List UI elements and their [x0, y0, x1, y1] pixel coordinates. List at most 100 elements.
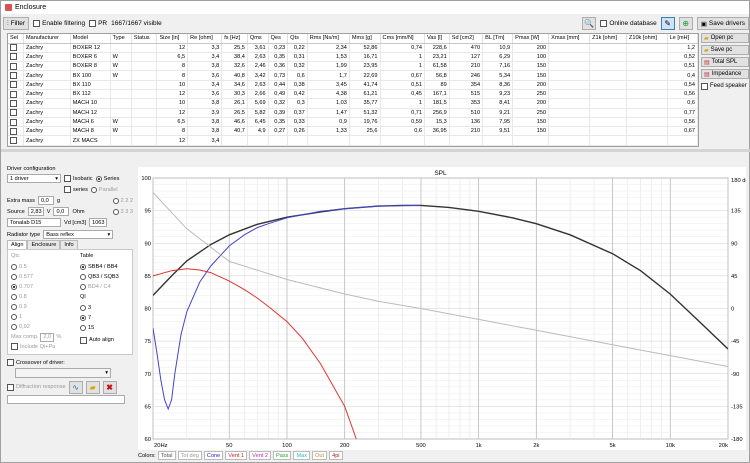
- edit-icon[interactable]: ✎: [660, 17, 675, 30]
- opt-333-radio[interactable]: 3 3 3: [112, 208, 133, 215]
- spl-chart[interactable]: SPL 20Hz 50 100 200 500 1k 2k 5k 10k 20k 60 65 70 75 80…: [138, 167, 750, 450]
- feed-speaker-checkbox[interactable]: Feed speaker: [701, 81, 749, 91]
- save-pc-button[interactable]: ▰ Save pc: [701, 45, 749, 55]
- folder-icon[interactable]: ▰: [85, 380, 100, 394]
- qtc-radio[interactable]: 0.9: [11, 302, 61, 312]
- open-pc-button[interactable]: ▰ Open pc: [701, 33, 749, 43]
- table-row[interactable]: Zachry BOXER 6 W 6,5 3,4 38,4 2,63 0,35 0,31 1,53…: [8, 52, 698, 63]
- crossover-checkbox[interactable]: Crossover of driver:: [7, 357, 133, 368]
- ql-radio[interactable]: 7: [80, 313, 119, 323]
- add-icon[interactable]: ⊕: [678, 17, 693, 30]
- qtc-radio[interactable]: 0.707: [11, 282, 61, 292]
- legend-item[interactable]: Total: [157, 451, 176, 460]
- row-select-checkbox[interactable]: [8, 108, 24, 118]
- column-header[interactable]: Sd [cm2]: [449, 34, 484, 44]
- legend-item[interactable]: Out: [312, 451, 328, 460]
- column-header[interactable]: Vas [l]: [424, 34, 450, 44]
- diffraction-checkbox[interactable]: Diffraction response: [7, 383, 66, 391]
- column-header[interactable]: Le [mH]: [667, 34, 698, 44]
- table-row[interactable]: Zachry BOXER 8 W 8 3,8 32,6 2,46 0,36 0,32 1,99 23…: [8, 61, 698, 72]
- ql-radio[interactable]: 15: [80, 323, 119, 333]
- extra-mass-input[interactable]: 0,0: [37, 196, 54, 205]
- delete-icon[interactable]: ✖: [102, 380, 117, 394]
- legend-item[interactable]: Pass: [273, 451, 292, 460]
- qtc-radio[interactable]: 0.5: [11, 262, 61, 272]
- legend-item[interactable]: Cone: [203, 451, 224, 460]
- legend-item[interactable]: Vent 1: [225, 451, 248, 460]
- row-select-checkbox[interactable]: [8, 80, 24, 91]
- row-select-checkbox[interactable]: [8, 117, 24, 128]
- row-select-checkbox[interactable]: [8, 89, 24, 100]
- splitter[interactable]: [1, 149, 750, 152]
- search-icon[interactable]: 🔍: [582, 17, 597, 30]
- parallel-radio[interactable]: Parallel: [90, 186, 118, 193]
- max-comp-input[interactable]: 2,0: [40, 332, 55, 342]
- impedance-button[interactable]: ▤ Impedance: [701, 69, 749, 79]
- column-header[interactable]: Cms [mm/N]: [380, 34, 425, 44]
- table-row[interactable]: Zachry MACH 8 W 8 3,8 40,7 4,9 0,27 0,26 1,33 25,6…: [8, 126, 698, 137]
- series-checkbox[interactable]: series: [64, 186, 88, 193]
- column-header[interactable]: Status: [131, 34, 158, 44]
- column-header[interactable]: Z1k [ohm]: [589, 34, 627, 44]
- tab-info[interactable]: Info: [60, 240, 78, 249]
- column-header[interactable]: Pmax [W]: [512, 34, 550, 44]
- table-row[interactable]: Zachry MACH 6 W 6,5 3,8 46,6 6,45 0,35 0,33 0,9 19…: [8, 117, 698, 128]
- legend-item[interactable]: Vent 2: [249, 451, 272, 460]
- table-radio[interactable]: SBB4 / BB4: [80, 262, 119, 272]
- radiator-type-select[interactable]: Bass reflex ▾: [43, 230, 114, 239]
- isobaric-checkbox[interactable]: Isobaric: [64, 175, 93, 182]
- crossover-select[interactable]: ▾: [15, 368, 111, 378]
- source-voltage-input[interactable]: 2,83: [27, 207, 44, 216]
- diffraction-file-field[interactable]: [7, 395, 125, 404]
- auto-align-checkbox[interactable]: Auto align: [80, 335, 119, 345]
- filter-button[interactable]: ⫶ Filter: [3, 17, 30, 30]
- table-row[interactable]: Zachry BX 110 10 3,4 34,6 2,63 0,44 0,38 3,45 41,…: [8, 80, 698, 91]
- column-header[interactable]: Type: [110, 34, 132, 44]
- row-select-checkbox[interactable]: [8, 135, 24, 146]
- row-select-checkbox[interactable]: [8, 52, 24, 63]
- save-drivers-button[interactable]: ▣ Save drivers: [696, 17, 749, 30]
- total-spl-button[interactable]: ▤ Total SPL: [701, 57, 749, 67]
- qtc-radio[interactable]: 1: [11, 312, 61, 322]
- legend-item[interactable]: Max: [293, 451, 311, 460]
- source-ohm-input[interactable]: 0,0: [53, 207, 70, 216]
- row-select-checkbox[interactable]: [8, 126, 24, 137]
- column-header[interactable]: Model: [70, 34, 111, 44]
- tab-align[interactable]: Align: [7, 240, 28, 249]
- qtc-radio[interactable]: 0.8: [11, 292, 61, 302]
- table-radio[interactable]: BD4 / C4: [80, 282, 119, 292]
- curve-icon[interactable]: ∿: [68, 380, 83, 394]
- column-header[interactable]: Qts: [287, 34, 308, 44]
- series-radio[interactable]: Series: [95, 175, 119, 182]
- column-header[interactable]: Re [ohm]: [187, 34, 223, 44]
- legend-item[interactable]: Tot deg: [177, 451, 202, 460]
- online-database-checkbox[interactable]: Online database: [600, 20, 657, 27]
- table-row[interactable]: Zachry MACH 12 12 3,9 26,5 5,82 0,39 0,37 1,47 51…: [8, 108, 698, 118]
- tab-enclosure[interactable]: Enclosure: [27, 240, 61, 249]
- include-checkbox[interactable]: Include Qi+Pa: [11, 342, 61, 351]
- qtc-radio[interactable]: 0.577: [11, 272, 61, 282]
- column-header[interactable]: Xmax [mm]: [548, 34, 591, 44]
- table-row[interactable]: Zachry ZX MACS 12 3,4: [8, 135, 698, 146]
- pr-checkbox[interactable]: PR: [89, 20, 107, 27]
- driver-table[interactable]: Sel Manufacturer Model Type Status Size [in] R…: [7, 33, 699, 147]
- column-header[interactable]: Sel: [8, 34, 24, 44]
- table-row[interactable]: Zachry MACH 10 10 3,8 26,1 5,69 0,32 0,3 1,03 35,…: [8, 98, 698, 109]
- column-header[interactable]: fs [Hz]: [221, 34, 248, 44]
- table-row[interactable]: Zachry BX 112 12 3,6 30,3 2,66 0,49 0,42 4,38 61,…: [8, 89, 698, 100]
- column-header[interactable]: Size [in]: [156, 34, 189, 44]
- column-header[interactable]: Rms [Ns/m]: [307, 34, 350, 44]
- ql-radio[interactable]: 3: [80, 303, 119, 313]
- legend-item[interactable]: 4pi: [329, 451, 343, 460]
- row-select-checkbox[interactable]: [8, 98, 24, 109]
- row-select-checkbox[interactable]: [8, 43, 24, 53]
- column-header[interactable]: BL [Tm]: [482, 34, 514, 44]
- qtc-radio[interactable]: 0,92: [11, 322, 61, 332]
- table-row[interactable]: Zachry BX 100 W 8 3,6 40,8 3,42 0,73 0,6 1,7 22,69…: [8, 70, 698, 81]
- column-header[interactable]: Mms [g]: [349, 34, 381, 44]
- row-select-checkbox[interactable]: [8, 70, 24, 81]
- driver-count-select[interactable]: 1 driver ▾: [7, 174, 61, 183]
- column-header[interactable]: Qms: [247, 34, 269, 44]
- column-header[interactable]: Manufacturer: [23, 34, 71, 44]
- table-row[interactable]: Zachry BOXER 12 12 3,3 25,5 3,61 0,23 0,22 2,34 5…: [8, 43, 698, 53]
